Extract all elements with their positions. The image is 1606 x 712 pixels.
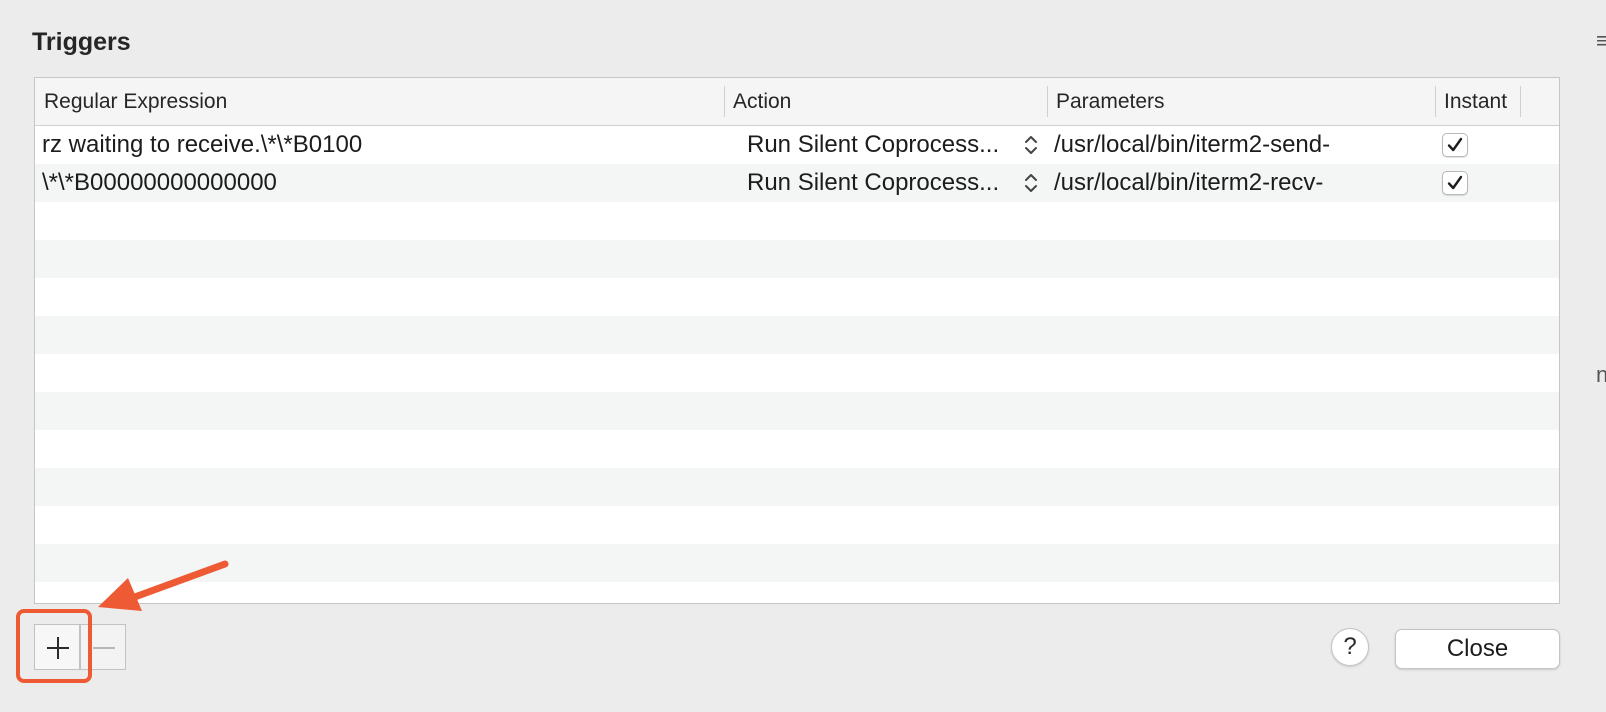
empty-row xyxy=(35,316,1559,354)
action-popup-label: Run Silent Coprocess... xyxy=(747,169,1000,196)
column-header-instant[interactable]: Instant xyxy=(1444,78,1507,125)
action-popup-label: Run Silent Coprocess... xyxy=(747,131,1000,158)
empty-row xyxy=(35,392,1559,430)
close-button[interactable]: Close xyxy=(1395,629,1560,669)
table-header: Regular Expression Action Parameters Ins… xyxy=(35,78,1559,126)
empty-row xyxy=(35,506,1559,544)
annotation-arrow-icon xyxy=(98,560,229,611)
updown-chevron-icon xyxy=(1025,136,1037,154)
background-window-edge-glyph: n xyxy=(1596,362,1606,387)
column-header-parameters[interactable]: Parameters xyxy=(1056,78,1165,125)
action-popup[interactable]: Run Silent Coprocess... xyxy=(747,164,999,202)
empty-row xyxy=(35,468,1559,506)
parameters-cell[interactable]: /usr/local/bin/iterm2-recv- xyxy=(1054,164,1429,202)
action-popup[interactable]: Run Silent Coprocess... xyxy=(747,126,999,164)
triggers-table: Regular Expression Action Parameters Ins… xyxy=(34,77,1560,604)
background-window-edge-glyph: ≡ xyxy=(1596,28,1606,53)
parameters-cell[interactable]: /usr/local/bin/iterm2-send- xyxy=(1054,126,1429,164)
column-header-action[interactable]: Action xyxy=(733,78,791,125)
column-divider xyxy=(724,86,725,117)
instant-checkbox[interactable] xyxy=(1442,133,1468,157)
empty-row xyxy=(35,582,1559,603)
empty-row xyxy=(35,544,1559,582)
instant-checkbox[interactable] xyxy=(1442,171,1468,195)
checkmark-icon xyxy=(1447,137,1463,152)
help-button[interactable]: ? xyxy=(1331,628,1369,666)
column-header-regular-expression[interactable]: Regular Expression xyxy=(44,78,227,125)
empty-row xyxy=(35,278,1559,316)
minus-icon xyxy=(93,647,115,649)
dialog-title: Triggers xyxy=(32,28,131,56)
empty-row xyxy=(35,354,1559,392)
table-row[interactable]: \*\*B00000000000000 Run Silent Coprocess… xyxy=(35,164,1559,202)
updown-chevron-icon xyxy=(1025,174,1037,192)
column-divider xyxy=(1520,86,1521,117)
regex-cell[interactable]: \*\*B00000000000000 xyxy=(42,164,717,202)
table-row[interactable]: rz waiting to receive.\*\*B0100 Run Sile… xyxy=(35,126,1559,164)
table-rows: rz waiting to receive.\*\*B0100 Run Sile… xyxy=(35,126,1559,603)
regex-cell[interactable]: rz waiting to receive.\*\*B0100 xyxy=(42,126,717,164)
checkmark-icon xyxy=(1447,175,1463,190)
column-divider xyxy=(1047,86,1048,117)
highlight-box xyxy=(16,609,92,683)
empty-row xyxy=(35,202,1559,240)
empty-row xyxy=(35,430,1559,468)
column-divider xyxy=(1435,86,1436,117)
empty-row xyxy=(35,240,1559,278)
